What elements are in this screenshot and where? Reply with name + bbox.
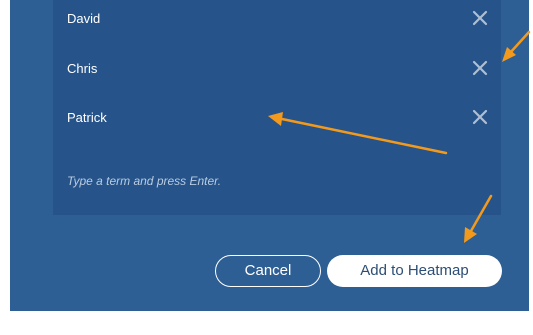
remove-term-button[interactable] xyxy=(469,7,491,29)
close-icon xyxy=(472,109,488,125)
add-to-heatmap-button[interactable]: Add to Heatmap xyxy=(327,255,502,287)
term-list-panel: David Chris Patrick xyxy=(53,0,501,215)
dialog-background: David Chris Patrick Type a term and pres… xyxy=(10,0,529,311)
term-row-david: David xyxy=(53,4,501,34)
term-label: Chris xyxy=(67,61,98,76)
term-label: Patrick xyxy=(67,110,107,125)
close-icon xyxy=(472,60,488,76)
term-label: David xyxy=(67,11,101,26)
term-row-chris: Chris xyxy=(53,54,501,84)
remove-term-button[interactable] xyxy=(469,106,491,128)
remove-term-button[interactable] xyxy=(469,57,491,79)
term-input[interactable] xyxy=(67,171,487,191)
term-row-patrick: Patrick xyxy=(53,103,501,133)
close-icon xyxy=(472,10,488,26)
cancel-button[interactable]: Cancel xyxy=(215,255,321,287)
